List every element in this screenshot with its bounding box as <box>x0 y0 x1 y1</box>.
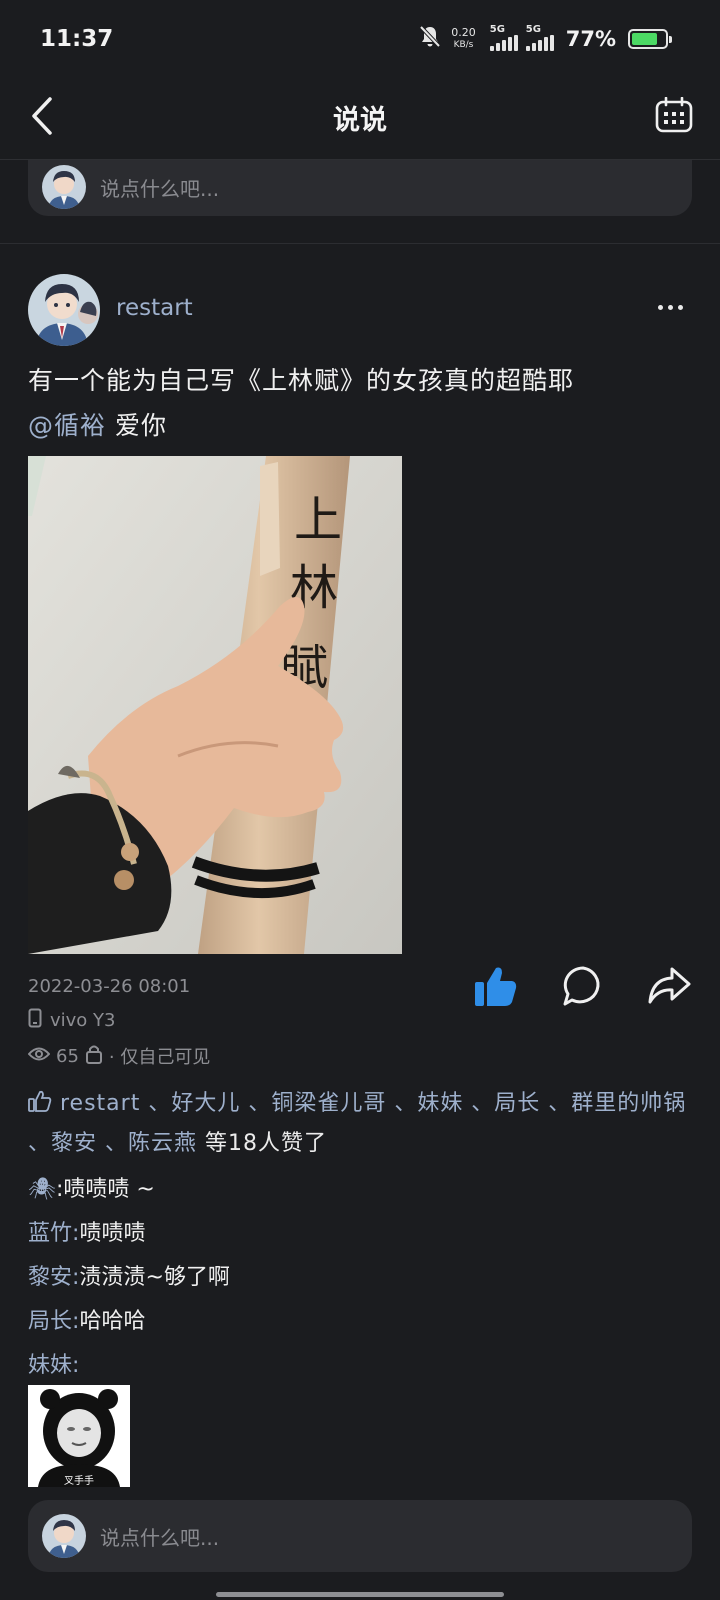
thumbs-up-icon <box>472 967 520 1014</box>
more-options-button[interactable] <box>650 295 690 319</box>
sticker-caption: 叉手手 <box>64 1474 94 1487</box>
mute-bell-icon <box>417 24 443 54</box>
net-speed: 0.20 KB/s <box>451 27 476 51</box>
phone-icon <box>28 1008 42 1033</box>
battery-icon <box>628 29 672 49</box>
comment-author[interactable]: 蓝竹 <box>28 1212 72 1256</box>
chat-bubble-icon <box>560 966 606 1013</box>
view-count: 65 <box>56 1045 79 1067</box>
calendar-button[interactable] <box>652 94 696 140</box>
calendar-icon <box>655 96 693 137</box>
comment-sep: : <box>72 1353 80 1378</box>
liker-names[interactable]: restart 、好大儿 、铜梁雀儿哥 、妹妹 、局长 、群里的帅锅 、黎安 、… <box>28 1091 686 1156</box>
comment-text: 哈哈哈 <box>79 1309 146 1334</box>
top-comment-placeholder: 说点什么吧... <box>100 176 220 201</box>
comment-input[interactable]: 说点什么吧... <box>28 1500 692 1572</box>
comment-item[interactable]: 妹妹: <box>28 1344 698 1388</box>
comment-item[interactable]: 局长: 哈哈哈 <box>28 1300 698 1344</box>
sim1-label: 5G <box>489 24 505 35</box>
comment-sticker[interactable]: 叉手手 <box>28 1385 130 1487</box>
sim2-label: 5G <box>525 24 541 35</box>
my-avatar <box>42 1514 86 1558</box>
share-button[interactable] <box>646 963 692 1009</box>
device-info: vivo Y3 <box>28 1008 116 1033</box>
eye-icon <box>27 1046 51 1067</box>
comment-placeholder: 说点什么吧... <box>100 1525 220 1550</box>
post-author-name[interactable]: restart <box>116 295 193 321</box>
likes-count-text: 等18人赞了 <box>197 1131 327 1156</box>
comments-list: 🕷: 啧啧啧 ~ 蓝竹: 啧啧啧 黎安: 渍渍渍~够了啊 局长: 哈哈哈 妹妹: <box>28 1168 698 1388</box>
comment-sep: : <box>72 1309 80 1334</box>
status-time: 11:37 <box>40 26 114 52</box>
section-divider <box>0 243 720 244</box>
status-icons: 0.20 KB/s 5G 5G 77% <box>417 24 672 54</box>
signal-sim2-icon: 5G <box>525 24 554 51</box>
visibility-label: · 仅自己可见 <box>108 1047 211 1068</box>
likes-list[interactable]: restart 、好大儿 、铜梁雀儿哥 、妹妹 、局长 、群里的帅锅 、黎安 、… <box>28 1084 698 1164</box>
mention-link[interactable]: @循裕 <box>28 411 106 440</box>
my-avatar <box>42 165 86 209</box>
comment-text: 啧啧啧 <box>79 1221 146 1246</box>
comment-text: 啧啧啧 ~ <box>63 1177 155 1202</box>
comment-author[interactable]: 妹妹 <box>28 1344 72 1388</box>
comment-sep: : <box>72 1221 80 1246</box>
share-arrow-icon <box>646 967 692 1013</box>
net-speed-value: 0.20 <box>451 26 476 39</box>
net-speed-unit: KB/s <box>453 40 474 50</box>
post-text-suffix: 爱你 <box>106 411 167 440</box>
visibility-info: 65 · 仅自己可见 <box>27 1043 211 1069</box>
home-indicator[interactable] <box>216 1592 504 1597</box>
comment-author[interactable]: 黎安 <box>28 1256 72 1300</box>
scroll-char-1: 上 <box>294 492 342 548</box>
signal-sim1-icon: 5G <box>489 24 518 51</box>
post-author-avatar[interactable] <box>28 274 100 346</box>
like-button[interactable] <box>472 962 520 1010</box>
comment-author[interactable]: 局长 <box>28 1300 72 1344</box>
comment-author[interactable]: 🕷 <box>28 1168 56 1212</box>
comment-item[interactable]: 🕷: 啧啧啧 ~ <box>28 1168 698 1212</box>
comment-sep: : <box>55 1177 64 1202</box>
lock-icon <box>85 1044 103 1069</box>
dot-icon <box>657 304 663 310</box>
page-title: 说说 <box>333 105 387 136</box>
device-name: vivo Y3 <box>50 1010 116 1031</box>
dot-icon <box>667 304 673 310</box>
comment-text: 渍渍渍~够了啊 <box>79 1265 230 1290</box>
post-timestamp: 2022-03-26 08:01 <box>28 976 191 997</box>
comment-button[interactable] <box>560 963 606 1009</box>
comment-item[interactable]: 黎安: 渍渍渍~够了啊 <box>28 1256 698 1300</box>
post-content: 有一个能为自己写《上林赋》的女孩真的超酷耶 @循裕 爱你 <box>28 358 698 448</box>
post-text: 有一个能为自己写《上林赋》的女孩真的超酷耶 <box>28 366 575 395</box>
post-photo[interactable]: 上 林 賦 <box>28 456 402 954</box>
comment-sep: : <box>72 1265 80 1290</box>
dot-icon <box>677 304 683 310</box>
thumbs-up-outline-icon <box>28 1090 60 1116</box>
comment-item[interactable]: 蓝竹: 啧啧啧 <box>28 1212 698 1256</box>
battery-percent: 77% <box>565 27 616 51</box>
